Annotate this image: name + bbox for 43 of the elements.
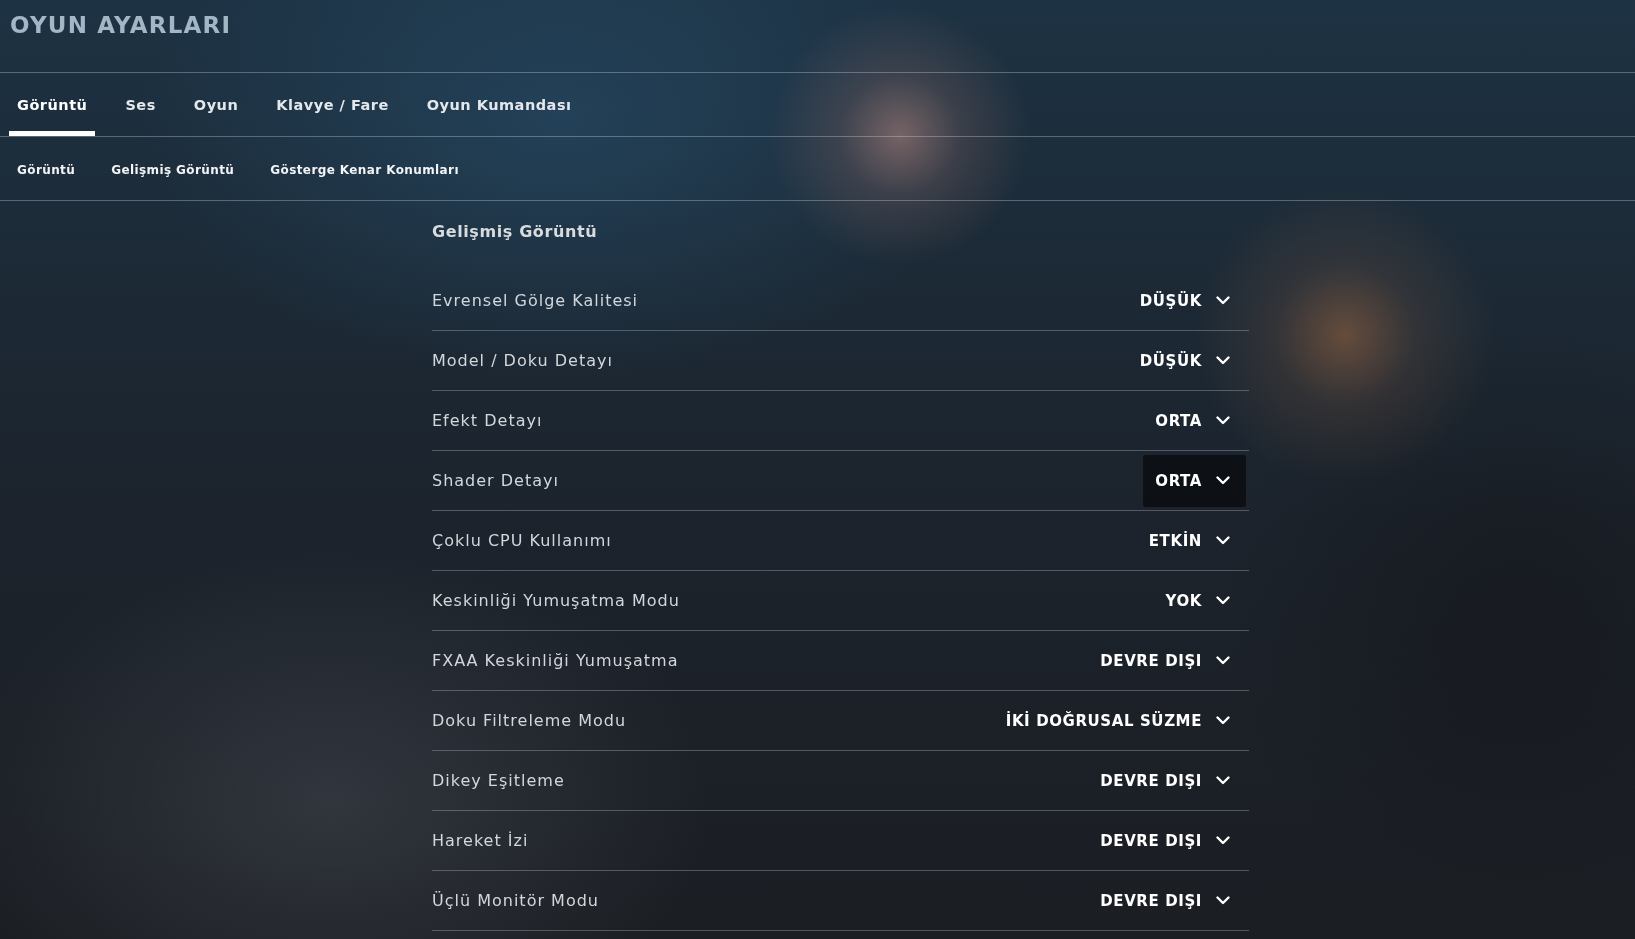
chevron-down-icon (1216, 656, 1230, 665)
subtab[interactable]: Gelişmiş Görüntü (111, 160, 235, 177)
tab[interactable]: Ses (117, 73, 164, 136)
chevron-down-icon (1216, 716, 1230, 725)
setting-label: Çoklu CPU Kullanımı (432, 531, 612, 550)
setting-label: Doku Filtreleme Modu (432, 711, 627, 730)
dropdown[interactable]: YOK (1153, 574, 1246, 627)
tab[interactable]: Oyun Kumandası (418, 73, 580, 136)
chevron-down-icon (1216, 776, 1230, 785)
dropdown[interactable]: ORTA (1143, 454, 1246, 507)
setting-label: Hareket İzi (432, 831, 529, 850)
setting-label: Üçlü Monitör Modu (432, 891, 599, 910)
subtab[interactable]: Gösterge Kenar Konumları (270, 160, 459, 177)
tab[interactable]: Klavye / Fare (268, 73, 397, 136)
setting-label: FXAA Keskinliği Yumuşatma (432, 651, 679, 670)
dropdown[interactable]: DÜŞÜK (1127, 334, 1246, 387)
setting-label: Keskinliği Yumuşatma Modu (432, 591, 680, 610)
dropdown[interactable]: ORTA (1143, 394, 1246, 447)
chevron-down-icon (1216, 836, 1230, 845)
subtab[interactable]: Görüntü (17, 160, 76, 177)
setting-label: Shader Detayı (432, 471, 559, 490)
chevron-down-icon (1216, 296, 1230, 305)
dropdown[interactable]: DEVRE DIŞI (1088, 814, 1246, 867)
chevron-down-icon (1216, 596, 1230, 605)
setting-label: Model / Doku Detayı (432, 351, 613, 370)
chevron-down-icon (1216, 416, 1230, 425)
tab[interactable]: Oyun (185, 73, 247, 136)
setting-label: Efekt Detayı (432, 411, 543, 430)
dropdown[interactable]: DEVRE DIŞI (1088, 874, 1246, 927)
chevron-down-icon (1216, 896, 1230, 905)
chevron-down-icon (1216, 536, 1230, 545)
dropdown[interactable]: DÜŞÜK (1127, 274, 1246, 327)
chevron-down-icon (1216, 356, 1230, 365)
setting-label: Dikey Eşitleme (432, 771, 565, 790)
setting-label: Evrensel Gölge Kalitesi (432, 291, 639, 310)
page-title: OYUN AYARLARI (10, 11, 233, 40)
dropdown[interactable]: İKİ DOĞRUSAL SÜZME (993, 694, 1246, 747)
dropdown[interactable]: ETKİN (1136, 514, 1246, 567)
dropdown[interactable]: DEVRE DIŞI (1088, 634, 1246, 687)
chevron-down-icon (1216, 476, 1230, 485)
tab[interactable]: Görüntü (9, 73, 96, 136)
section-title: Gelişmiş Görüntü (432, 221, 599, 243)
dropdown[interactable]: DEVRE DIŞI (1088, 754, 1246, 807)
